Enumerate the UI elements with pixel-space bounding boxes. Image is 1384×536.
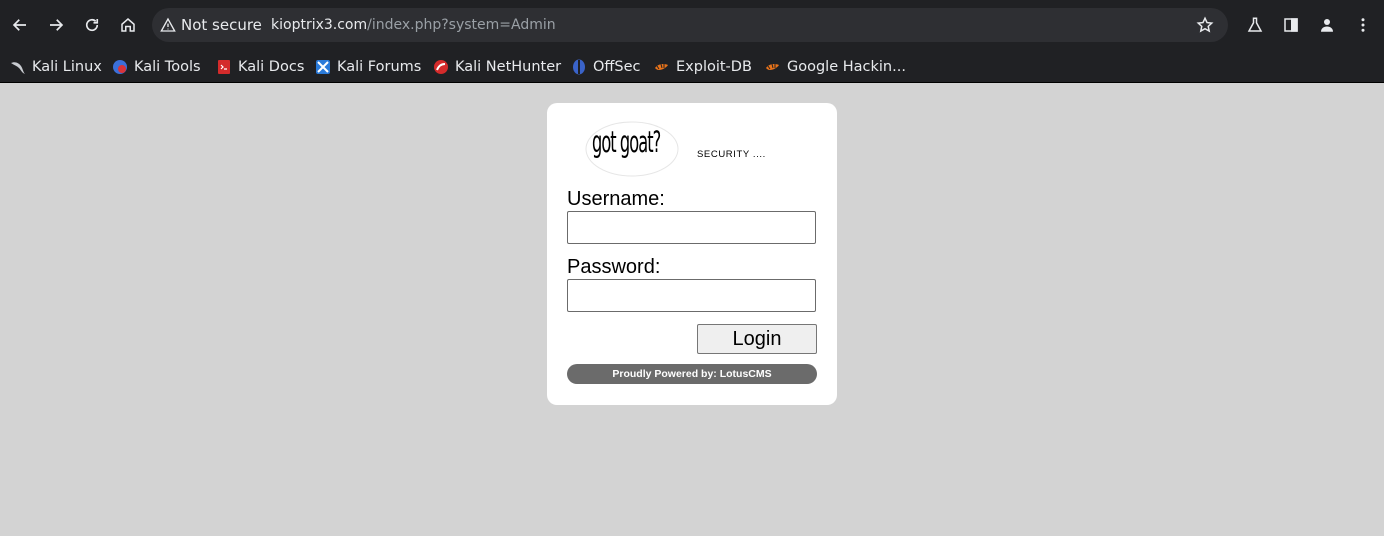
bookmark-label: Google Hackin...: [787, 58, 906, 75]
exploit-db-icon: [655, 63, 668, 70]
kali-dragon-icon: [11, 61, 25, 74]
bookmark-google-hacking[interactable]: Google Hackin...: [765, 50, 906, 83]
reload-button[interactable]: [77, 10, 107, 40]
bookmark-label: Kali NetHunter: [455, 58, 562, 75]
bookmark-kali-nethunter[interactable]: Kali NetHunter: [433, 50, 561, 83]
login-button[interactable]: Login: [697, 324, 817, 354]
security-text: Not secure: [181, 16, 262, 34]
kali-forums-icon: [316, 59, 330, 74]
browser-toolbar: Not secure kioptrix3.com/index.php?syste…: [0, 0, 1384, 50]
url-host: kioptrix3.com: [271, 17, 368, 33]
bookmark-kali-docs[interactable]: Kali Docs: [216, 50, 304, 83]
home-icon: [121, 18, 135, 32]
login-card: got goat? SECURITY .... Username: Passwo…: [547, 103, 837, 405]
bookmark-exploit-db[interactable]: Exploit-DB: [654, 50, 752, 83]
labs-button[interactable]: [1240, 10, 1270, 40]
powered-by-footer: Proudly Powered by: LotusCMS: [567, 364, 817, 384]
security-chip[interactable]: Not secure: [160, 8, 262, 42]
tagline: SECURITY ....: [697, 149, 766, 160]
kali-nethunter-icon: [434, 59, 448, 74]
bookmark-kali-forums[interactable]: Kali Forums: [315, 50, 421, 83]
side-panel-icon: [1284, 18, 1298, 32]
back-button[interactable]: [5, 10, 35, 40]
offsec-icon: [573, 59, 585, 74]
home-button[interactable]: [113, 10, 143, 40]
bookmark-offsec[interactable]: OffSec: [571, 50, 641, 83]
logo-text: got goat?: [592, 125, 661, 159]
profile-button[interactable]: [1312, 10, 1342, 40]
menu-button[interactable]: [1348, 10, 1378, 40]
star-icon: [1196, 16, 1214, 33]
address-bar[interactable]: Not secure kioptrix3.com/index.php?syste…: [152, 8, 1228, 42]
bookmark-label: OffSec: [593, 58, 641, 75]
flask-icon: [1247, 17, 1263, 32]
password-field[interactable]: [567, 279, 816, 312]
kali-tools-icon: [113, 59, 127, 74]
warning-icon: [160, 17, 176, 32]
arrow-left-icon: [12, 19, 26, 31]
bookmark-star-button[interactable]: [1190, 10, 1220, 40]
bookmarks-bar: Kali Linux Kali Tools Kali Docs Kali For…: [0, 50, 1384, 83]
kali-docs-icon: [218, 59, 230, 74]
person-icon: [1321, 19, 1333, 32]
bookmark-label: Exploit-DB: [676, 58, 752, 75]
password-label: Password:: [567, 256, 661, 278]
bookmark-kali-linux[interactable]: Kali Linux: [10, 50, 102, 83]
url-text[interactable]: kioptrix3.com/index.php?system=Admin: [271, 8, 556, 42]
bookmark-label: Kali Forums: [337, 58, 422, 75]
bookmark-label: Kali Docs: [238, 58, 305, 75]
bookmark-label: Kali Tools: [134, 58, 201, 75]
side-panel-button[interactable]: [1276, 10, 1306, 40]
exploit-db-icon: [766, 63, 779, 70]
bookmark-label: Kali Linux: [32, 58, 102, 75]
reload-icon: [85, 18, 99, 32]
bookmark-kali-tools[interactable]: Kali Tools: [112, 50, 201, 83]
arrow-right-icon: [50, 19, 64, 31]
url-path: /index.php?system=Admin: [367, 17, 556, 33]
forward-button[interactable]: [41, 10, 71, 40]
more-vertical-icon: [1361, 18, 1365, 32]
username-field[interactable]: [567, 211, 816, 244]
username-label: Username:: [567, 188, 665, 210]
